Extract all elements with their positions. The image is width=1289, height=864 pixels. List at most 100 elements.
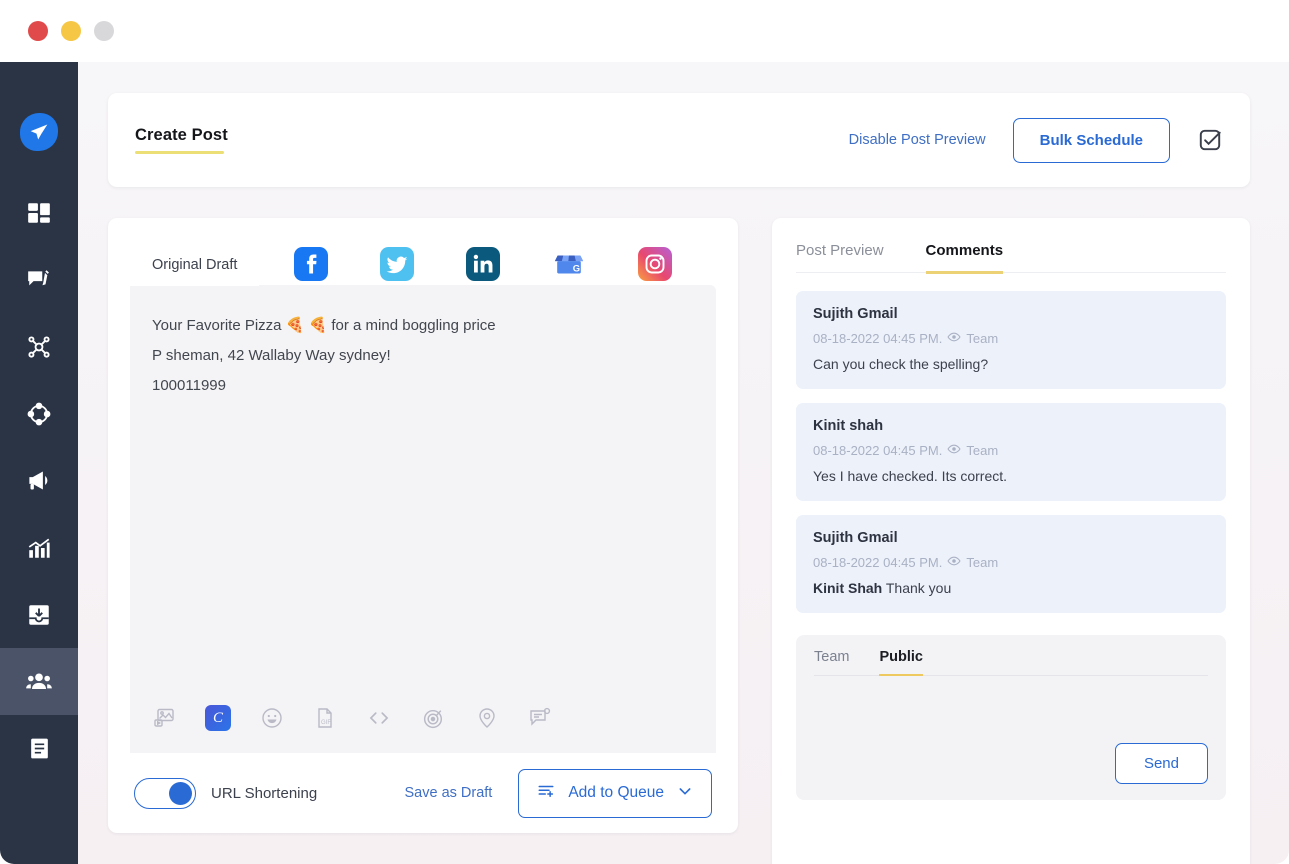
dashboard-grid-icon bbox=[26, 200, 52, 226]
comment-author: Sujith Gmail bbox=[813, 530, 1209, 546]
header-actions: Disable Post Preview Bulk Schedule bbox=[849, 118, 1223, 163]
note-comment-icon[interactable] bbox=[528, 706, 552, 730]
window-maximize-button[interactable] bbox=[94, 21, 114, 41]
comment-text: Kinit Shah Thank you bbox=[813, 580, 1209, 596]
comment-timestamp: 08-18-2022 04:45 PM. bbox=[813, 443, 942, 458]
sidebar-item-team[interactable] bbox=[0, 648, 78, 715]
sidebar-item-analytics[interactable] bbox=[0, 514, 78, 581]
post-content-area[interactable]: Your Favorite Pizza 🍕 🍕 for a mind boggl… bbox=[130, 285, 716, 753]
comment-body: Thank you bbox=[886, 580, 951, 596]
send-button[interactable]: Send bbox=[1115, 743, 1208, 784]
chevron-down-icon bbox=[677, 783, 693, 804]
sidebar-logo[interactable] bbox=[0, 98, 78, 165]
comment-input[interactable] bbox=[814, 676, 1208, 743]
page-title: Create Post bbox=[135, 126, 228, 145]
page-header-card: Create Post Disable Post Preview Bulk Sc… bbox=[108, 93, 1250, 187]
add-to-queue-label: Add to Queue bbox=[568, 784, 664, 802]
editor-tabs: Original Draft bbox=[130, 240, 716, 286]
tab-linkedin[interactable] bbox=[466, 247, 500, 281]
sidebar-item-compose[interactable] bbox=[0, 246, 78, 313]
toggle-knob bbox=[169, 782, 192, 805]
document-icon bbox=[27, 736, 52, 761]
comment-visibility: Team bbox=[966, 555, 998, 570]
panel-tabs: Post Preview Comments bbox=[796, 242, 1226, 273]
sidebar-item-campaigns[interactable] bbox=[0, 447, 78, 514]
comment-text: Yes I have checked. Its correct. bbox=[813, 468, 1209, 484]
tab-twitter[interactable] bbox=[380, 247, 414, 281]
comments-panel-card: Post Preview Comments Sujith Gmail 08-18… bbox=[772, 218, 1250, 864]
window-minimize-button[interactable] bbox=[61, 21, 81, 41]
sidebar-item-automation[interactable] bbox=[0, 380, 78, 447]
tab-post-preview[interactable]: Post Preview bbox=[796, 242, 884, 274]
eye-icon bbox=[947, 554, 961, 571]
megaphone-icon bbox=[26, 467, 53, 494]
target-icon[interactable] bbox=[421, 706, 446, 731]
bulk-schedule-button[interactable]: Bulk Schedule bbox=[1013, 118, 1170, 163]
tab-facebook[interactable] bbox=[294, 247, 328, 281]
page-canvas: Create Post Disable Post Preview Bulk Sc… bbox=[78, 62, 1289, 864]
comment-meta: 08-18-2022 04:45 PM. Team bbox=[813, 442, 1209, 459]
editor-toolbar: C GIF bbox=[152, 705, 716, 753]
left-sidebar bbox=[0, 62, 78, 864]
comment-visibility: Team bbox=[966, 331, 998, 346]
url-shortening-toggle[interactable] bbox=[134, 778, 196, 809]
add-to-queue-button[interactable]: Add to Queue bbox=[518, 769, 712, 818]
analytics-chart-icon bbox=[26, 535, 52, 561]
save-as-draft-button[interactable]: Save as Draft bbox=[404, 785, 492, 801]
comment-author: Sujith Gmail bbox=[813, 306, 1209, 322]
social-network-tabs: G bbox=[294, 247, 672, 286]
eye-icon bbox=[947, 442, 961, 459]
check-square-icon[interactable] bbox=[1197, 127, 1223, 153]
post-text-line: 100011999 bbox=[152, 371, 716, 401]
circle-nodes-icon bbox=[26, 401, 52, 427]
code-icon[interactable] bbox=[366, 705, 392, 731]
eye-icon bbox=[947, 330, 961, 347]
comment-meta: 08-18-2022 04:45 PM. Team bbox=[813, 330, 1209, 347]
tab-google-business[interactable]: G bbox=[552, 247, 586, 281]
sidebar-item-reports[interactable] bbox=[0, 715, 78, 782]
location-pin-icon[interactable] bbox=[475, 706, 499, 730]
comment-author: Kinit shah bbox=[813, 418, 1209, 434]
app-window: Create Post Disable Post Preview Bulk Sc… bbox=[0, 0, 1289, 864]
comment-text: Can you check the spelling? bbox=[813, 356, 1209, 372]
url-shortening-label: URL Shortening bbox=[211, 785, 317, 802]
network-share-icon bbox=[26, 334, 52, 360]
editor-footer-actions: Save as Draft Add to Queue bbox=[404, 769, 712, 818]
sidebar-item-inbox[interactable] bbox=[0, 581, 78, 648]
reply-composer: Team Public Send bbox=[796, 635, 1226, 800]
emoji-icon[interactable] bbox=[260, 706, 284, 730]
sidebar-item-dashboard[interactable] bbox=[0, 179, 78, 246]
send-logo-icon bbox=[20, 113, 58, 151]
comment-visibility: Team bbox=[966, 443, 998, 458]
comment-meta: 08-18-2022 04:45 PM. Team bbox=[813, 554, 1209, 571]
comment-mention[interactable]: Kinit Shah bbox=[813, 580, 882, 596]
tab-original-draft[interactable]: Original Draft bbox=[130, 244, 259, 286]
disable-post-preview-button[interactable]: Disable Post Preview bbox=[849, 132, 986, 148]
comment-timestamp: 08-18-2022 04:45 PM. bbox=[813, 555, 942, 570]
post-editor-card: Original Draft bbox=[108, 218, 738, 833]
window-close-button[interactable] bbox=[28, 21, 48, 41]
queue-lines-icon bbox=[537, 782, 555, 805]
comment-timestamp: 08-18-2022 04:45 PM. bbox=[813, 331, 942, 346]
team-people-icon bbox=[25, 668, 53, 696]
composer-tabs: Team Public bbox=[814, 649, 1208, 676]
comment-item[interactable]: Sujith Gmail 08-18-2022 04:45 PM. Team C… bbox=[796, 291, 1226, 389]
gif-icon[interactable]: GIF bbox=[313, 706, 337, 730]
post-text-line: Your Favorite Pizza 🍕 🍕 for a mind boggl… bbox=[152, 311, 716, 341]
window-titlebar bbox=[0, 0, 1289, 62]
composer-tab-public[interactable]: Public bbox=[879, 649, 923, 676]
media-image-icon[interactable] bbox=[152, 706, 176, 730]
canva-icon[interactable]: C bbox=[205, 705, 231, 731]
svg-text:G: G bbox=[573, 264, 580, 275]
page-title-underline bbox=[135, 151, 224, 154]
comment-list: Sujith Gmail 08-18-2022 04:45 PM. Team C… bbox=[796, 291, 1226, 613]
tab-comments[interactable]: Comments bbox=[926, 242, 1004, 274]
comment-item[interactable]: Kinit shah 08-18-2022 04:45 PM. Team Yes… bbox=[796, 403, 1226, 501]
tab-instagram[interactable] bbox=[638, 247, 672, 281]
composer-tab-team[interactable]: Team bbox=[814, 649, 849, 676]
compose-message-icon bbox=[26, 267, 52, 293]
comment-item[interactable]: Sujith Gmail 08-18-2022 04:45 PM. Team K… bbox=[796, 515, 1226, 613]
editor-footer: URL Shortening Save as Draft Add to Queu… bbox=[130, 753, 716, 833]
sidebar-item-network[interactable] bbox=[0, 313, 78, 380]
inbox-download-icon bbox=[26, 602, 52, 628]
